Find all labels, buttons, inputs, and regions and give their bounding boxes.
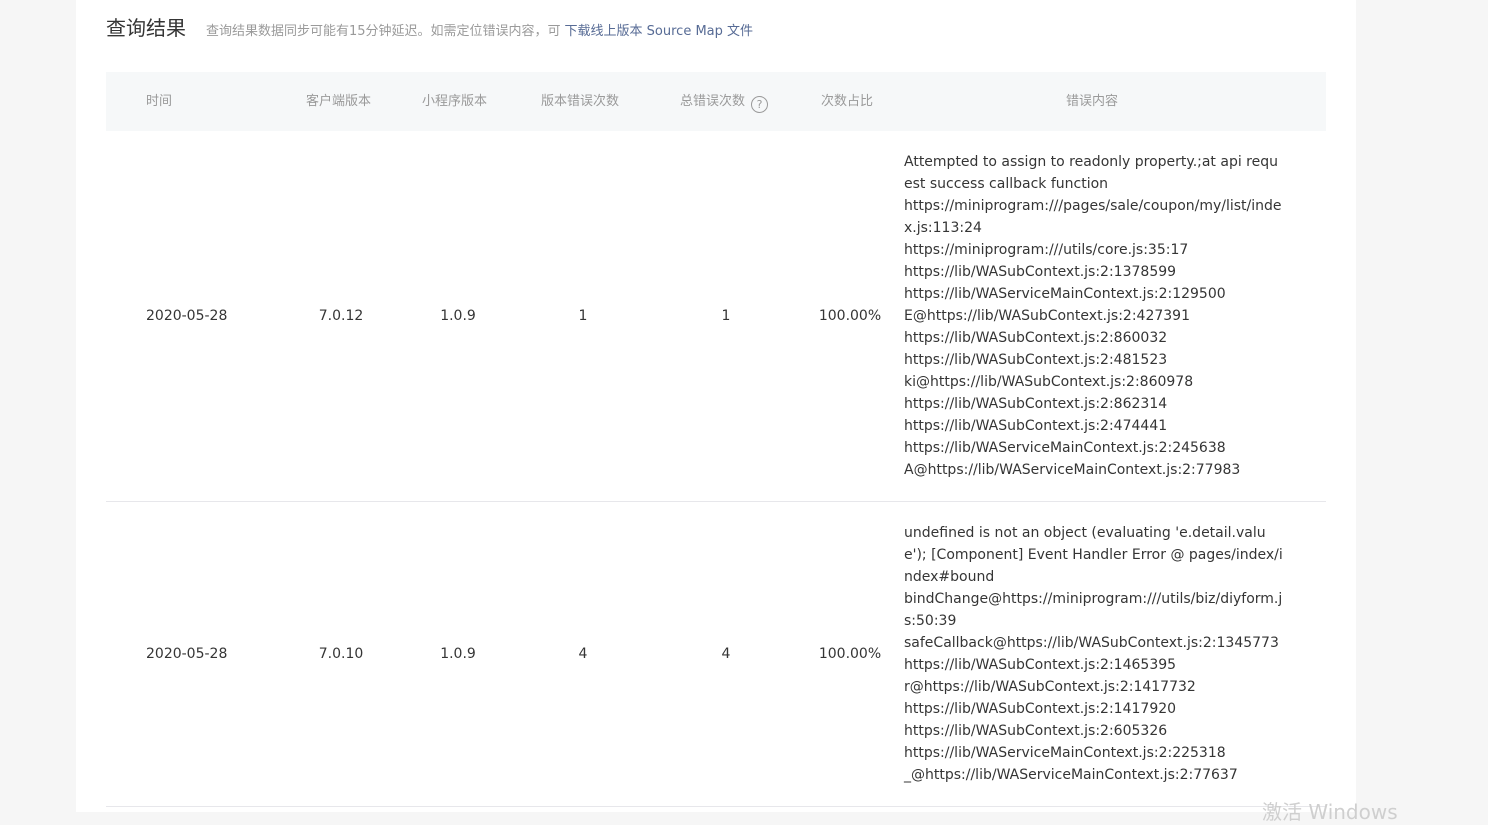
cell-version-errors: 1: [578, 308, 588, 324]
page-title: 查询结果: [106, 16, 186, 40]
col-time: 时间: [146, 94, 173, 109]
col-version-errors: 版本错误次数: [541, 94, 620, 109]
table-row: 2020-05-28 7.0.10 1.0.9 4 4 100.00% unde…: [106, 502, 1326, 807]
cell-total-errors: 4: [721, 646, 731, 662]
help-icon[interactable]: ?: [751, 96, 769, 113]
col-mini-version: 小程序版本: [422, 94, 488, 109]
cell-version-errors: 4: [578, 646, 588, 662]
cell-ratio: 100.00%: [818, 308, 882, 324]
table-header: 时间 客户端版本 小程序版本 版本错误次数 总错误次数? 次数占比 错误内容: [106, 72, 1326, 131]
query-results-panel: 查询结果 查询结果数据同步可能有15分钟延迟。如需定位错误内容，可 下载线上版本…: [76, 0, 1356, 812]
col-total-errors: 总错误次数?: [680, 72, 769, 131]
results-table: 时间 客户端版本 小程序版本 版本错误次数 总错误次数? 次数占比 错误内容 2…: [106, 72, 1326, 807]
cell-error-content: undefined is not an object (evaluating '…: [904, 525, 1283, 783]
cell-client-version: 7.0.10: [318, 646, 364, 662]
download-sourcemap-link[interactable]: 下载线上版本 Source Map 文件: [565, 20, 753, 39]
cell-mini-version: 1.0.9: [440, 646, 476, 662]
cell-client-version: 7.0.12: [318, 308, 364, 324]
col-total-errors-label: 总错误次数: [680, 94, 746, 109]
col-error-content: 错误内容: [1066, 94, 1119, 109]
cell-mini-version: 1.0.9: [440, 308, 476, 324]
col-client-version: 客户端版本: [306, 94, 372, 109]
cell-ratio: 100.00%: [818, 646, 882, 662]
cell-error-content: Attempted to assign to readonly property…: [904, 154, 1282, 478]
cell-time: 2020-05-28: [146, 646, 228, 662]
col-ratio: 次数占比: [821, 94, 874, 109]
delay-tip: 查询结果数据同步可能有15分钟延迟。如需定位错误内容，可: [206, 24, 561, 39]
results-header: 查询结果 查询结果数据同步可能有15分钟延迟。如需定位错误内容，可 下载线上版本…: [106, 12, 753, 42]
cell-time: 2020-05-28: [146, 308, 228, 324]
cell-total-errors: 1: [721, 308, 731, 324]
table-row: 2020-05-28 7.0.12 1.0.9 1 1 100.00% Atte…: [106, 131, 1326, 502]
windows-activation-watermark: 激活 Windows: [1262, 800, 1398, 824]
